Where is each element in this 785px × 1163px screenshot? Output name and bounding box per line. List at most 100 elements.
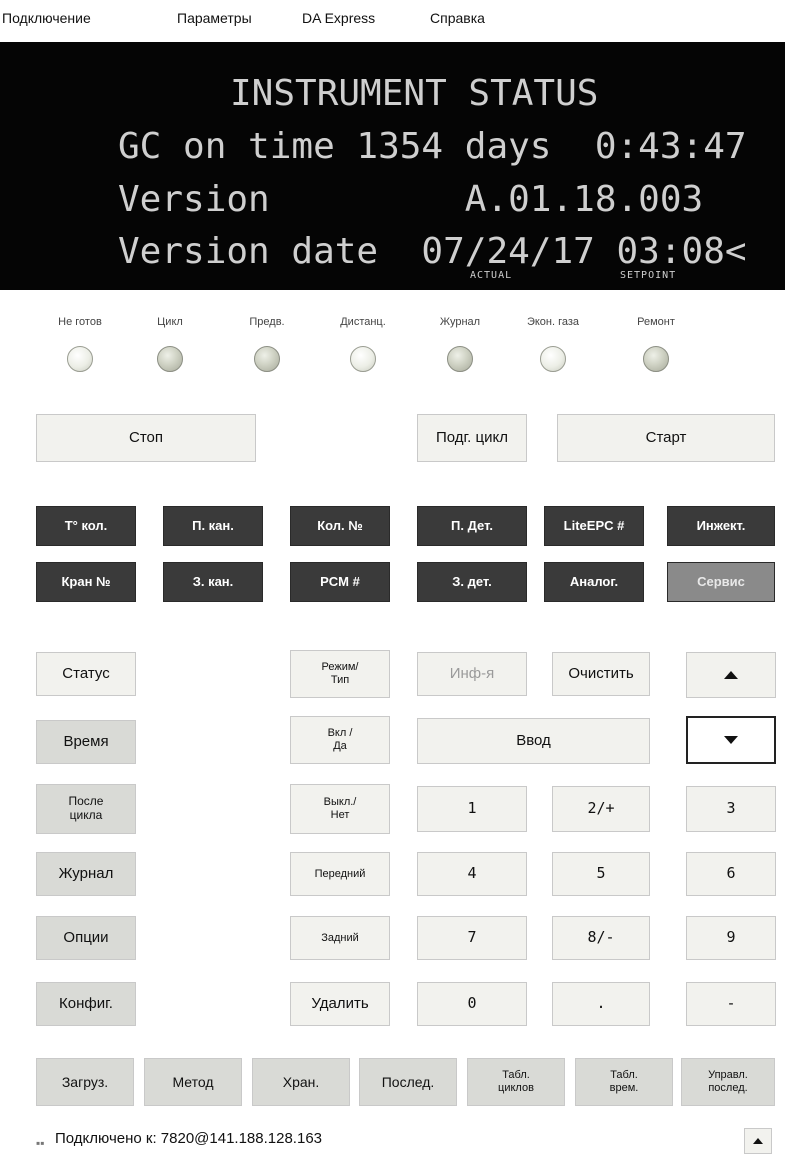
menu-bar: Подключение Параметры DA Express Справка [0,0,785,36]
log-button[interactable]: Журнал [36,852,136,896]
back-button[interactable]: Задний [290,916,390,960]
front-detector-button[interactable]: П. Дет. [417,506,527,546]
stop-button-label: Стоп [129,429,163,447]
menu-help[interactable]: Справка [430,10,485,26]
key-dot[interactable]: . [552,982,650,1026]
status-button[interactable]: Статус [36,652,136,696]
indicator-label-log: Журнал [439,316,481,328]
service-led-icon [643,346,669,372]
key-2[interactable]: 2/+ [552,786,650,832]
time-table-button-label: Табл. врем. [609,1069,639,1094]
key-5-label: 5 [596,864,606,883]
key-8-label: 8/- [587,928,615,947]
key-8[interactable]: 8/- [552,916,650,960]
menu-connection[interactable]: Подключение [2,10,91,26]
lite-epc-label: LiteEPC # [563,517,625,533]
key-9[interactable]: 9 [686,916,776,960]
enter-button[interactable]: Ввод [417,718,650,764]
post-run-button[interactable]: После цикла [36,784,136,834]
time-table-button[interactable]: Табл. врем. [575,1058,673,1106]
indicator-label-run: Цикл [157,316,183,328]
front-inlet-button[interactable]: П. кан. [163,506,263,546]
info-button[interactable]: Инф-я [417,652,527,696]
log-button-label: Журнал [58,865,114,883]
not-ready-led-icon [67,346,93,372]
clear-button[interactable]: Очистить [552,652,650,696]
options-button[interactable]: Опции [36,916,136,960]
prep-run-button[interactable]: Подг. цикл [417,414,527,462]
scroll-up-button[interactable] [686,652,776,698]
time-button[interactable]: Время [36,720,136,764]
method-button-label: Метод [172,1073,214,1090]
menu-parameters[interactable]: Параметры [177,10,252,26]
key-minus-label: - [726,994,736,1013]
instrument-display: INSTRUMENT STATUS GC on time 1354 days 0… [0,42,785,290]
method-button[interactable]: Метод [144,1058,242,1106]
sequence-button[interactable]: Послед. [359,1058,457,1106]
indicator-label-gas-saver: Экон. газа [526,316,580,328]
analog-button[interactable]: Аналог. [544,562,644,602]
arrow-up-icon [724,671,738,679]
scroll-down-button[interactable] [686,716,776,764]
pcm-button[interactable]: PCM # [290,562,390,602]
key-7[interactable]: 7 [417,916,527,960]
menu-da-express[interactable]: DA Express [302,10,375,26]
column-number-button[interactable]: Кол. № [290,506,390,546]
run-table-button[interactable]: Табл. циклов [467,1058,565,1106]
prep-led-icon [254,346,280,372]
column-number-label: Кол. № [317,517,363,533]
triangle-up-icon [753,1138,763,1144]
status-button-label: Статус [62,665,110,683]
display-line-version: Version A.01.18.003 [118,179,704,220]
key-0[interactable]: 0 [417,982,527,1026]
remote-led-icon [350,346,376,372]
mode-type-button[interactable]: Режим/ Тип [290,650,390,698]
key-9-label: 9 [726,928,736,947]
stop-button[interactable]: Стоп [36,414,256,462]
key-2-label: 2/+ [587,799,615,818]
key-minus[interactable]: - [686,982,776,1026]
off-no-button[interactable]: Выкл./ Нет [290,784,390,834]
key-3-label: 3 [726,799,736,818]
store-button[interactable]: Хран. [252,1058,350,1106]
valve-number-label: Кран № [61,573,111,589]
key-6[interactable]: 6 [686,852,776,896]
valve-number-button[interactable]: Кран № [36,562,136,602]
lite-epc-button[interactable]: LiteEPC # [544,506,644,546]
on-yes-button-label: Вкл / Да [327,727,353,752]
analog-label: Аналог. [569,573,619,589]
key-0-label: 0 [467,994,477,1013]
key-5[interactable]: 5 [552,852,650,896]
back-detector-button[interactable]: З. дет. [417,562,527,602]
display-line-version-date: Version date 07/24/17 03:08< [118,231,747,272]
collapse-button[interactable] [744,1128,772,1154]
display-setpoint-label: SETPOINT [620,270,677,281]
info-button-label: Инф-я [449,665,495,683]
config-button-label: Конфиг. [59,995,113,1013]
column-temp-label: Т° кол. [64,517,108,533]
key-3[interactable]: 3 [686,786,776,832]
key-4[interactable]: 4 [417,852,527,896]
sequence-control-button[interactable]: Управл. послед. [681,1058,775,1106]
mode-type-button-label: Режим/ Тип [321,661,359,686]
pcm-label: PCM # [320,573,360,589]
key-7-label: 7 [467,928,477,947]
key-4-label: 4 [467,864,477,883]
delete-button[interactable]: Удалить [290,982,390,1026]
gas-saver-led-icon [540,346,566,372]
load-button[interactable]: Загруз. [36,1058,134,1106]
front-button[interactable]: Передний [290,852,390,896]
injector-button[interactable]: Инжект. [667,506,775,546]
on-yes-button[interactable]: Вкл / Да [290,716,390,764]
service-button[interactable]: Сервис [667,562,775,602]
back-inlet-button[interactable]: З. кан. [163,562,263,602]
start-button[interactable]: Старт [557,414,775,462]
indicator-label-remote: Дистанц. [340,316,386,328]
off-no-button-label: Выкл./ Нет [323,796,357,821]
display-line-ontime: GC on time 1354 days 0:43:47 [118,126,747,167]
key-1[interactable]: 1 [417,786,527,832]
config-button[interactable]: Конфиг. [36,982,136,1026]
column-temp-button[interactable]: Т° кол. [36,506,136,546]
back-inlet-label: З. кан. [192,573,234,589]
front-detector-label: П. Дет. [451,517,493,533]
